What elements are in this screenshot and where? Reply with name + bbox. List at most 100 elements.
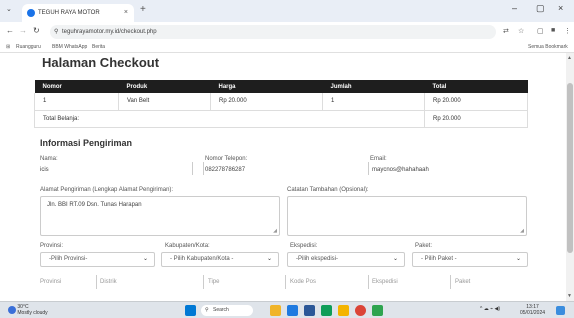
- apps-icon[interactable]: ⊞: [6, 42, 10, 53]
- field-divider: [368, 275, 369, 289]
- field-divider: [285, 275, 286, 289]
- extensions-icon[interactable]: ▢: [537, 27, 544, 35]
- phone-field-border: [203, 162, 204, 175]
- new-tab-button[interactable]: +: [140, 4, 146, 15]
- all-bookmarks-link[interactable]: Semua Bookmark: [528, 42, 568, 53]
- scroll-down-icon[interactable]: ▼: [567, 293, 572, 299]
- name-field[interactable]: icis: [40, 167, 49, 173]
- page-scrollbar[interactable]: ▲ ▼: [566, 53, 574, 301]
- total-label: Total Belanja:: [34, 110, 425, 128]
- profile-icon[interactable]: ■: [551, 27, 555, 34]
- tab-title: TEGUH RAYA MOTOR: [38, 10, 100, 16]
- search-label: Search: [213, 307, 229, 313]
- bookmark-whatsapp[interactable]: BBM WhatsApp: [52, 42, 87, 53]
- app-icon[interactable]: [372, 305, 383, 316]
- address-textarea[interactable]: Jln. BBI RT.09 Dsn. Tunas Harapan ◢: [40, 196, 280, 236]
- cell-harga: Rp 20.000: [210, 93, 323, 111]
- col-header-harga: Harga: [210, 80, 323, 93]
- province-selected: -Pilih Provinsi-: [49, 256, 88, 262]
- menu-icon[interactable]: ⋮: [564, 27, 571, 35]
- notes-label: Catatan Tambahan (Opsional):: [287, 187, 369, 193]
- field-divider: [96, 275, 97, 289]
- favicon-icon: [27, 9, 35, 17]
- weather-icon: [8, 306, 16, 314]
- bookmark-berita[interactable]: Berita: [92, 42, 105, 53]
- email-field-border: [368, 162, 369, 175]
- resize-handle-icon[interactable]: ◢: [273, 228, 277, 234]
- package-select[interactable]: - Pilih Paket - ⌄: [412, 252, 528, 267]
- back-icon[interactable]: ←: [6, 26, 14, 35]
- cell-total: Rp 20.000: [424, 93, 528, 111]
- store-icon[interactable]: [321, 305, 332, 316]
- scroll-up-icon[interactable]: ▲: [567, 55, 572, 61]
- email-label: Email:: [370, 156, 387, 162]
- browser-tab-bar: ⌄ TEGUH RAYA MOTOR × + – ▢ ×: [0, 0, 574, 22]
- folder-icon[interactable]: [338, 305, 349, 316]
- resize-handle-icon[interactable]: ◢: [520, 228, 524, 234]
- col-header-jumlah: Jumlah: [322, 80, 425, 93]
- taskbar-search[interactable]: ⚲ Search: [201, 305, 253, 316]
- bookmark-star-icon[interactable]: ☆: [518, 27, 524, 35]
- weather-desc: Mostly cloudy: [17, 310, 48, 316]
- url-bar[interactable]: ⚲ teguhrayamotor.my.id/checkout.php: [50, 25, 496, 39]
- site-info-icon[interactable]: ⚲: [54, 25, 58, 39]
- summary-type: Tipe: [208, 279, 220, 285]
- field-divider: [450, 275, 451, 289]
- col-header-nomor: Nomor: [34, 80, 119, 93]
- scrollbar-thumb[interactable]: [567, 83, 573, 253]
- cell-produk: Van Belt: [118, 93, 211, 111]
- clock[interactable]: 13:17 05/01/2024: [520, 304, 545, 316]
- summary-courier: Ekspedisi: [372, 279, 398, 285]
- shipping-heading: Informasi Pengiriman: [40, 138, 133, 148]
- summary-province: Provinsi: [40, 279, 62, 285]
- bookmarks-bar: ⊞ Ruangguru BBM WhatsApp Berita Semua Bo…: [0, 42, 574, 53]
- close-window-button[interactable]: ×: [558, 3, 563, 13]
- checkout-table: Nomor Produk Harga Jumlah Total 1 Van Be…: [34, 80, 528, 128]
- courier-select[interactable]: -Pilih ekspedisi- ⌄: [287, 252, 405, 267]
- file-explorer-icon[interactable]: [304, 305, 315, 316]
- browser-tab[interactable]: TEGUH RAYA MOTOR ×: [22, 4, 134, 22]
- system-tray-icons[interactable]: ^ ☁ ⌁ ◀): [480, 306, 500, 312]
- name-field-border: [192, 162, 193, 175]
- city-label: Kabupaten/Kota:: [165, 243, 210, 249]
- address-value: Jln. BBI RT.09 Dsn. Tunas Harapan: [47, 202, 142, 208]
- reload-icon[interactable]: ↻: [33, 26, 40, 35]
- province-label: Provinsi:: [40, 243, 64, 249]
- page-title: Halaman Checkout: [42, 55, 160, 70]
- tab-search-chevron-icon[interactable]: ⌄: [6, 5, 12, 13]
- province-select[interactable]: -Pilih Provinsi- ⌄: [40, 252, 155, 267]
- email-field[interactable]: maycnos@hahahaah: [372, 167, 429, 173]
- phone-field[interactable]: 082278786287: [205, 167, 245, 173]
- table-total-row: Total Belanja: Rp 20.000: [34, 110, 528, 128]
- widgets-icon[interactable]: [270, 305, 281, 316]
- col-header-total: Total: [424, 80, 528, 93]
- notes-textarea[interactable]: ◢: [287, 196, 527, 236]
- city-selected: - Pilih Kabupaten/Kota -: [170, 256, 234, 262]
- table-row: 1 Van Belt Rp 20.000 1 Rp 20.000: [34, 93, 528, 111]
- tab-close-icon[interactable]: ×: [124, 4, 128, 22]
- notification-icon[interactable]: [556, 306, 565, 315]
- address-label: Alamat Pengiriman (Lengkap Alamat Pengir…: [40, 187, 174, 193]
- city-select[interactable]: - Pilih Kabupaten/Kota - ⌄: [161, 252, 279, 267]
- summary-postal-code: Kode Pos: [290, 279, 317, 285]
- weather-widget[interactable]: 30°C Mostly cloudy: [8, 304, 48, 316]
- translate-icon[interactable]: ⇄: [503, 27, 509, 35]
- windows-taskbar: 30°C Mostly cloudy ⚲ Search ^ ☁ ⌁ ◀) 13:…: [0, 301, 574, 318]
- edge-icon[interactable]: [287, 305, 298, 316]
- forward-icon[interactable]: →: [19, 26, 27, 35]
- package-selected: - Pilih Paket -: [421, 256, 457, 262]
- chevron-down-icon: ⌄: [392, 256, 398, 262]
- chrome-icon[interactable]: [355, 305, 366, 316]
- cell-nomor: 1: [34, 93, 119, 111]
- name-label: Nama:: [40, 156, 58, 162]
- maximize-button[interactable]: ▢: [536, 3, 545, 14]
- chevron-down-icon: ⌄: [142, 256, 148, 262]
- search-icon: ⚲: [205, 307, 209, 313]
- bookmark-ruangguru[interactable]: Ruangguru: [16, 42, 41, 53]
- url-text: teguhrayamotor.my.id/checkout.php: [62, 29, 157, 35]
- courier-selected: -Pilih ekspedisi-: [296, 256, 339, 262]
- start-icon[interactable]: [185, 305, 196, 316]
- total-value: Rp 20.000: [424, 110, 528, 128]
- col-header-produk: Produk: [118, 80, 211, 93]
- minimize-button[interactable]: –: [512, 3, 517, 13]
